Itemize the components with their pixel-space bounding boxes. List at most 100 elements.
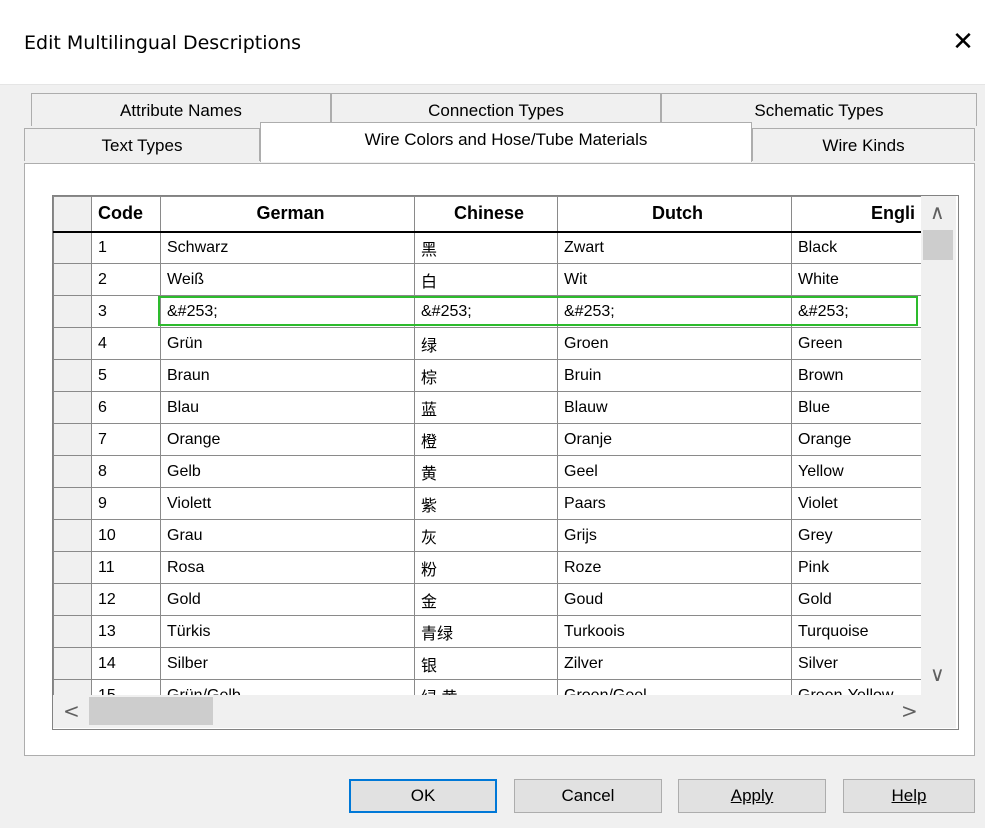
column-header-code[interactable]: Code — [91, 196, 161, 233]
cell-german[interactable]: Rosa — [160, 551, 415, 584]
cell-german[interactable]: Schwarz — [160, 231, 415, 264]
close-icon[interactable]: ✕ — [945, 24, 981, 60]
vertical-scrollbar[interactable]: ∧ ∨ — [921, 196, 956, 696]
table-row[interactable]: 11 Rosa 粉 Roze Pink — [53, 551, 922, 584]
table-row[interactable]: 13 Türkis 青绿 Turkoois Turquoise — [53, 615, 922, 648]
cell-german[interactable]: Grau — [160, 519, 415, 552]
cell-dutch[interactable]: Wit — [557, 263, 792, 296]
table-row[interactable]: 5 Braun 棕 Bruin Brown — [53, 359, 922, 392]
apply-button[interactable]: Apply — [678, 779, 826, 813]
cell-code[interactable]: 1 — [91, 231, 161, 264]
table-row[interactable]: 9 Violett 紫 Paars Violet — [53, 487, 922, 520]
cell-dutch[interactable]: Paars — [557, 487, 792, 520]
cell-dutch[interactable]: &#253; — [557, 295, 792, 328]
help-button[interactable]: Help — [843, 779, 975, 813]
table-row[interactable]: 10 Grau 灰 Grijs Grey — [53, 519, 922, 552]
cell-dutch[interactable]: Goud — [557, 583, 792, 616]
cell-code[interactable]: 13 — [91, 615, 161, 648]
cell-german[interactable]: Blau — [160, 391, 415, 424]
vertical-scroll-thumb[interactable] — [923, 230, 953, 260]
cell-dutch[interactable]: Roze — [557, 551, 792, 584]
cell-code[interactable]: 7 — [91, 423, 161, 456]
row-header-cell[interactable] — [53, 423, 92, 456]
table-row[interactable]: 8 Gelb 黄 Geel Yellow — [53, 455, 922, 488]
table-row[interactable]: 7 Orange 橙 Oranje Orange — [53, 423, 922, 456]
row-header-cell[interactable] — [53, 519, 92, 552]
cell-german[interactable]: Silber — [160, 647, 415, 680]
table-row[interactable]: 14 Silber 银 Zilver Silver — [53, 647, 922, 680]
cell-chinese[interactable]: 灰 — [414, 519, 558, 552]
cell-german[interactable]: Orange — [160, 423, 415, 456]
cell-german[interactable]: Weiß — [160, 263, 415, 296]
cell-chinese[interactable]: 绿 — [414, 327, 558, 360]
table-row[interactable]: 2 Weiß 白 Wit White — [53, 263, 922, 296]
cell-english[interactable]: Orange — [791, 423, 922, 456]
cell-chinese[interactable]: 紫 — [414, 487, 558, 520]
cell-english[interactable]: &#253; — [791, 295, 922, 328]
tab-wire-colors[interactable]: Wire Colors and Hose/Tube Materials — [260, 122, 752, 162]
cell-chinese[interactable]: 白 — [414, 263, 558, 296]
horizontal-scroll-thumb[interactable] — [89, 697, 213, 725]
scroll-up-icon[interactable]: ∧ — [930, 200, 945, 224]
row-header-cell[interactable] — [53, 231, 92, 264]
cell-english[interactable]: Blue — [791, 391, 922, 424]
cell-english[interactable]: Yellow — [791, 455, 922, 488]
row-header-cell[interactable] — [53, 551, 92, 584]
column-header-english[interactable]: Engli — [791, 196, 922, 233]
cell-chinese[interactable]: 黑 — [414, 231, 558, 264]
row-header-cell[interactable] — [53, 487, 92, 520]
cell-german[interactable]: Gelb — [160, 455, 415, 488]
cell-dutch[interactable]: Grijs — [557, 519, 792, 552]
ok-button[interactable]: OK — [349, 779, 497, 813]
cell-code[interactable]: 10 — [91, 519, 161, 552]
cell-dutch[interactable]: Groen — [557, 327, 792, 360]
cell-code[interactable]: 3 — [91, 295, 161, 328]
cell-chinese[interactable]: 橙 — [414, 423, 558, 456]
cell-code[interactable]: 6 — [91, 391, 161, 424]
cell-dutch[interactable]: Blauw — [557, 391, 792, 424]
cell-code[interactable]: 8 — [91, 455, 161, 488]
row-header-cell[interactable] — [53, 455, 92, 488]
tab-text-types[interactable]: Text Types — [24, 128, 260, 161]
cell-english[interactable]: Green — [791, 327, 922, 360]
cell-english[interactable]: Black — [791, 231, 922, 264]
scroll-right-icon[interactable]: > — [901, 699, 918, 723]
cell-chinese[interactable]: 粉 — [414, 551, 558, 584]
cell-dutch[interactable]: Turkoois — [557, 615, 792, 648]
cell-dutch[interactable]: Bruin — [557, 359, 792, 392]
cell-english[interactable]: Grey — [791, 519, 922, 552]
row-header-cell[interactable] — [53, 615, 92, 648]
cell-code[interactable]: 9 — [91, 487, 161, 520]
cell-english[interactable]: Turquoise — [791, 615, 922, 648]
row-header-cell[interactable] — [53, 263, 92, 296]
cell-code[interactable]: 2 — [91, 263, 161, 296]
descriptions-grid[interactable]: Code German Chinese Dutch Engli 1 Schwarz… — [52, 195, 959, 730]
cell-chinese[interactable]: 青绿 — [414, 615, 558, 648]
cell-code[interactable]: 12 — [91, 583, 161, 616]
row-header-cell[interactable] — [53, 295, 92, 328]
table-row[interactable]: 1 Schwarz 黑 Zwart Black — [53, 231, 922, 264]
column-header-german[interactable]: German — [160, 196, 415, 233]
row-header-cell[interactable] — [53, 359, 92, 392]
row-header-cell[interactable] — [53, 647, 92, 680]
cancel-button[interactable]: Cancel — [514, 779, 662, 813]
cell-chinese[interactable]: &#253; — [414, 295, 558, 328]
cell-german[interactable]: Türkis — [160, 615, 415, 648]
scroll-down-icon[interactable]: ∨ — [930, 662, 945, 686]
table-row[interactable]: 4 Grün 绿 Groen Green — [53, 327, 922, 360]
row-header-cell[interactable] — [53, 583, 92, 616]
tab-wire-kinds[interactable]: Wire Kinds — [752, 128, 975, 161]
cell-chinese[interactable]: 蓝 — [414, 391, 558, 424]
cell-english[interactable]: Pink — [791, 551, 922, 584]
horizontal-scrollbar[interactable]: < > — [53, 695, 956, 728]
table-row[interactable]: 3 &#253; &#253; &#253; &#253; — [53, 295, 922, 328]
cell-code[interactable]: 14 — [91, 647, 161, 680]
cell-chinese[interactable]: 黄 — [414, 455, 558, 488]
cell-dutch[interactable]: Zilver — [557, 647, 792, 680]
cell-dutch[interactable]: Geel — [557, 455, 792, 488]
cell-english[interactable]: Silver — [791, 647, 922, 680]
cell-chinese[interactable]: 银 — [414, 647, 558, 680]
cell-english[interactable]: White — [791, 263, 922, 296]
cell-german[interactable]: Gold — [160, 583, 415, 616]
cell-german[interactable]: Grün — [160, 327, 415, 360]
